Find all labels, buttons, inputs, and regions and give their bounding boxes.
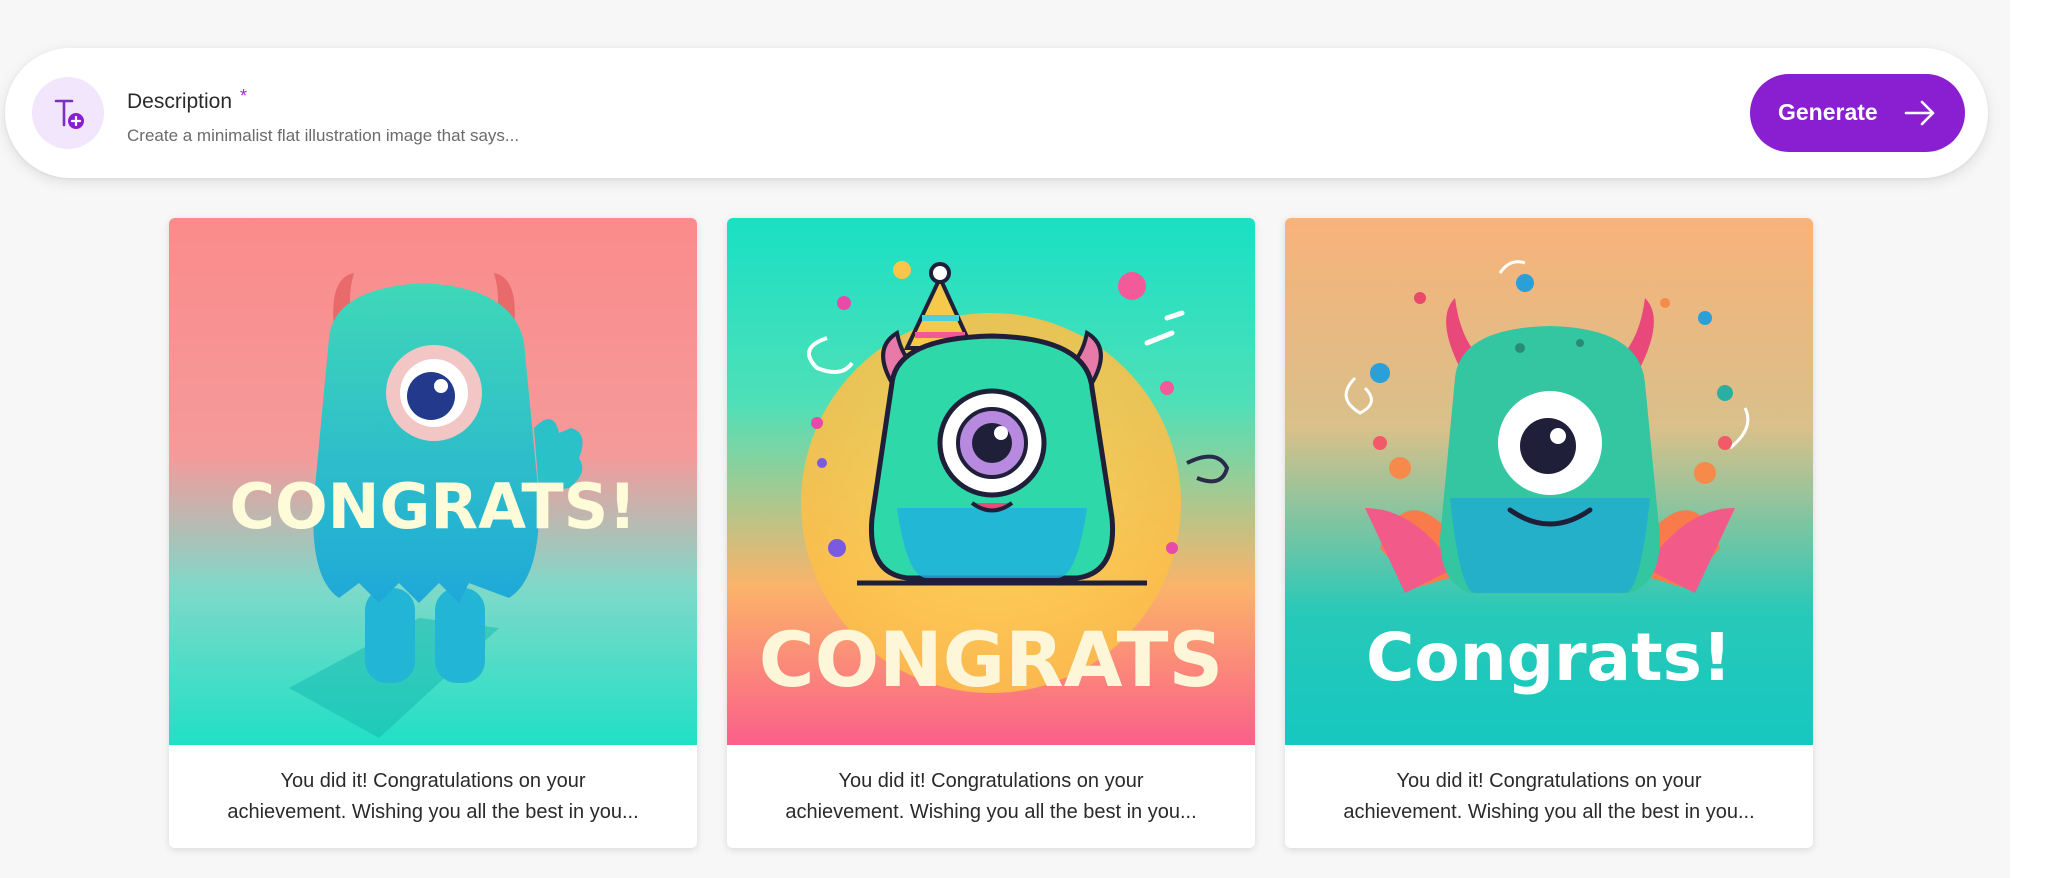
card-caption-3-line-1: You did it! Congratulations on your	[1396, 770, 1702, 792]
generate-button[interactable]: Generate	[1750, 74, 1965, 152]
card-caption-2-line-2: achievement. Wishing you all the best in…	[785, 801, 1197, 823]
card-caption-3-line-2: achievement. Wishing you all the best in…	[1343, 801, 1755, 823]
required-indicator: *	[240, 86, 248, 106]
description-input[interactable]	[127, 124, 1527, 148]
description-label: Description *	[127, 86, 247, 114]
result-card-1[interactable]: CONGRATS! You did it! Congratulations on…	[169, 218, 697, 848]
generate-button-label: Generate	[1778, 99, 1878, 125]
card-caption-1-line-2: achievement. Wishing you all the best in…	[227, 801, 639, 823]
card-caption-3: You did it! Congratulations on your achi…	[1305, 766, 1793, 828]
card-caption-2-line-1: You did it! Congratulations on your	[838, 770, 1144, 792]
generated-image-3[interactable]: Congrats!	[1285, 218, 1813, 745]
result-card-3[interactable]: Congrats! You did it! Congratulations on…	[1285, 218, 1813, 848]
workspace: Description * Generate	[0, 0, 2010, 878]
description-prompt-bar: Description * Generate	[5, 48, 1988, 178]
image-1-text: CONGRATS!	[229, 470, 636, 543]
arrow-right-icon	[1904, 100, 1935, 126]
text-to-image-icon	[32, 77, 104, 149]
page: Description * Generate	[0, 0, 2048, 878]
generated-image-2[interactable]: CONGRATS	[727, 218, 1255, 745]
image-3-text: Congrats!	[1366, 619, 1732, 696]
card-caption-2: You did it! Congratulations on your achi…	[747, 766, 1235, 828]
result-card-2[interactable]: CONGRATS You did it! Congratulations on …	[727, 218, 1255, 848]
card-caption-1-line-1: You did it! Congratulations on your	[280, 770, 586, 792]
card-caption-1: You did it! Congratulations on your achi…	[189, 766, 677, 828]
generated-image-1[interactable]: CONGRATS!	[169, 218, 697, 745]
description-label-text: Description	[127, 90, 233, 113]
image-2-text: CONGRATS	[759, 615, 1223, 704]
